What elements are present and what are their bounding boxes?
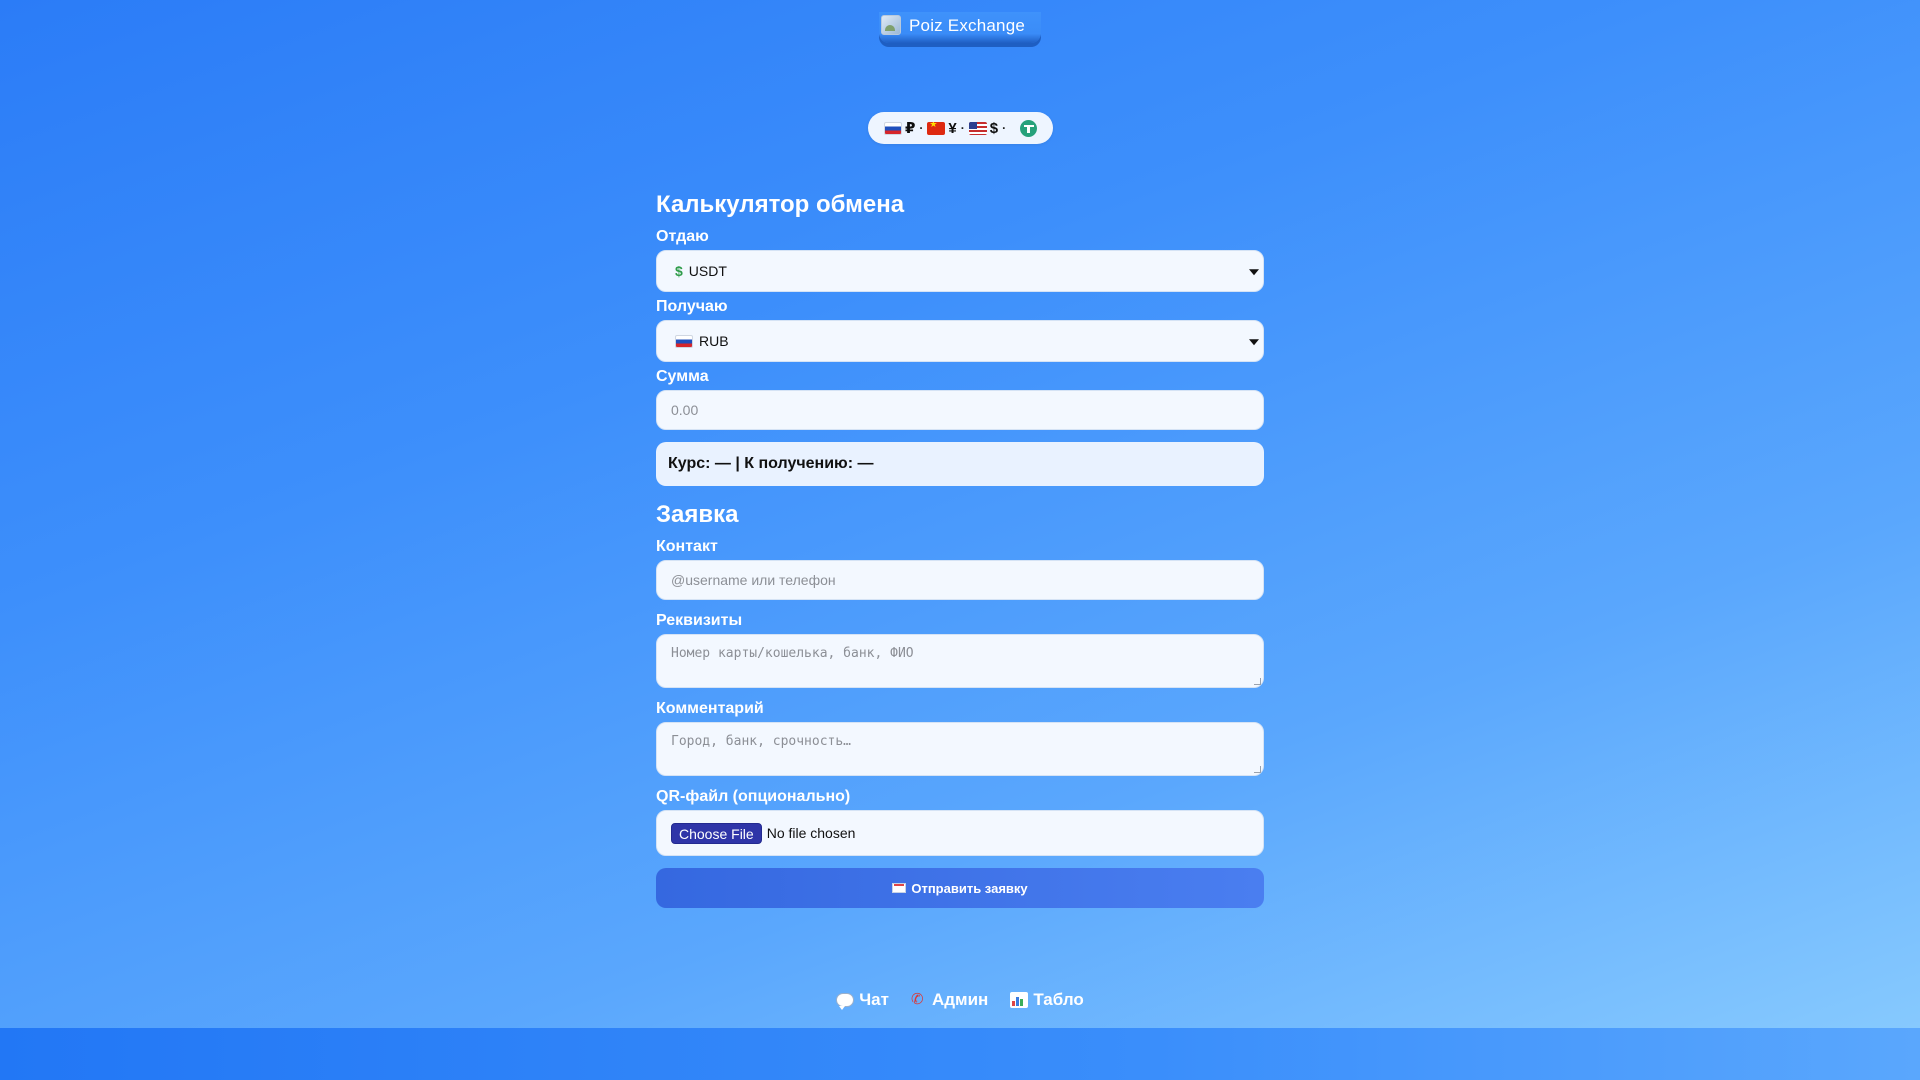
- details-placeholder: Номер карты/кошелька, банк, ФИО: [671, 646, 914, 661]
- submit-order-button[interactable]: Отправить заявку: [656, 868, 1264, 908]
- usa-flag-icon: [968, 121, 987, 135]
- resize-handle-icon[interactable]: [1254, 766, 1261, 773]
- board-link-label: Табло: [1033, 990, 1084, 1009]
- admin-link[interactable]: ✆ Админ: [911, 990, 988, 1010]
- russia-flag-icon: [675, 334, 693, 348]
- brand-header[interactable]: Poiz Exchange: [879, 12, 1041, 43]
- details-label: Реквизиты: [656, 612, 743, 629]
- give-currency-value: USDT: [688, 263, 727, 279]
- ticker-separator: ·: [1002, 121, 1007, 135]
- footer-nav: Чат ✆ Админ Табло: [0, 990, 1920, 1010]
- brand-name: Poiz Exchange: [909, 16, 1026, 35]
- contact-label: Контакт: [656, 538, 718, 555]
- dollar-icon: $: [675, 263, 683, 279]
- yuan-symbol: ¥: [948, 119, 957, 137]
- phone-icon: ✆: [910, 991, 924, 1008]
- receive-label: Получаю: [656, 298, 728, 315]
- envelope-icon: [892, 883, 907, 893]
- details-textarea[interactable]: Номер карты/кошелька, банк, ФИО: [656, 634, 1264, 688]
- amount-placeholder: 0.00: [671, 402, 699, 418]
- submit-label: Отправить заявку: [911, 880, 1028, 896]
- tether-icon: [1020, 119, 1038, 137]
- ticker-separator: ·: [919, 121, 924, 135]
- rate-text: Курс: — | К получению: —: [668, 455, 874, 472]
- rate-summary: Курс: — | К получению: —: [656, 442, 1264, 486]
- comment-label: Комментарий: [656, 700, 764, 717]
- exchange-form: Калькулятор обмена Отдаю $ USDT Получаю …: [656, 188, 1264, 908]
- chat-bubble-icon: [836, 993, 855, 1010]
- ruble-symbol: ₽: [904, 120, 916, 137]
- brand-logo-icon: [881, 14, 901, 35]
- contact-input[interactable]: @username или телефон: [656, 560, 1264, 600]
- receive-currency-select[interactable]: RUB: [656, 320, 1264, 362]
- resize-handle-icon[interactable]: [1254, 678, 1261, 685]
- chevron-down-icon: [1249, 269, 1259, 276]
- comment-placeholder: Город, банк, срочность…: [671, 734, 852, 749]
- chevron-down-icon: [1249, 339, 1259, 346]
- calculator-title: Калькулятор обмена: [656, 191, 905, 218]
- contact-placeholder: @username или телефон: [671, 572, 836, 588]
- amount-input[interactable]: 0.00: [656, 390, 1264, 430]
- ticker-separator: ·: [960, 121, 965, 135]
- bar-chart-icon: [1010, 992, 1029, 1008]
- comment-textarea[interactable]: Город, банк, срочность…: [656, 722, 1264, 776]
- bottom-strip: [0, 1028, 1920, 1080]
- china-flag-icon: [927, 121, 946, 135]
- chat-link-label: Чат: [859, 990, 889, 1009]
- chat-link[interactable]: Чат: [836, 990, 889, 1010]
- admin-link-label: Админ: [931, 990, 989, 1009]
- dollar-symbol: $: [989, 119, 999, 137]
- order-title: Заявка: [656, 501, 739, 528]
- choose-file-button[interactable]: Choose File: [671, 822, 762, 844]
- qr-file-input: Choose File No file chosen: [656, 810, 1264, 856]
- qr-label: QR-файл (опционально): [656, 788, 851, 805]
- give-currency-select[interactable]: $ USDT: [656, 250, 1264, 292]
- russia-flag-icon: [883, 121, 902, 135]
- amount-label: Сумма: [656, 368, 709, 385]
- receive-currency-value: RUB: [699, 333, 729, 349]
- currency-ticker: ₽ · ¥ · $ ·: [868, 112, 1053, 144]
- file-status: No file chosen: [766, 825, 856, 841]
- board-link[interactable]: Табло: [1010, 990, 1084, 1010]
- give-label: Отдаю: [656, 228, 709, 245]
